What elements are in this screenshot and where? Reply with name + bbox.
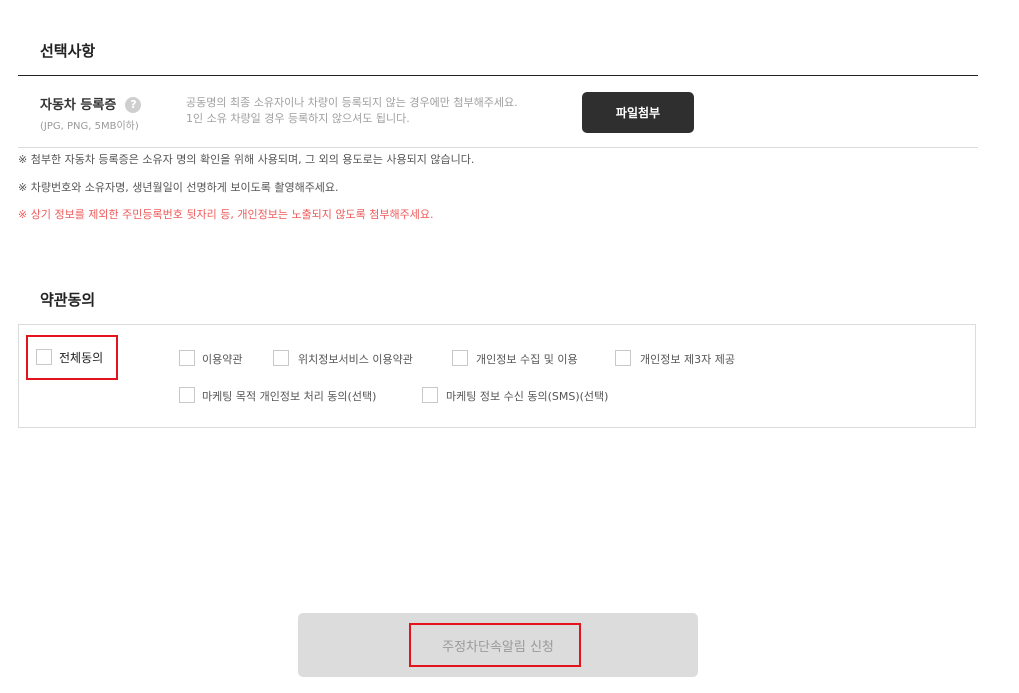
registration-divider bbox=[18, 147, 978, 148]
section-divider bbox=[18, 75, 978, 76]
optional-section-title: 선택사항 bbox=[40, 42, 96, 60]
note-photo: ※ 차량번호와 소유자명, 생년월일이 선명하게 보이도록 촬영해주세요. bbox=[18, 181, 339, 194]
note-usage: ※ 첨부한 자동차 등록증은 소유자 명의 확인을 위해 사용되며, 그 외의 … bbox=[18, 153, 475, 166]
registration-label-group: 자동차 등록증 ? bbox=[40, 94, 142, 113]
registration-description: 공동명의 최종 소유자이나 차량이 등록되지 않는 경우에만 첨부해주세요. 1… bbox=[186, 95, 518, 127]
terms-label-location[interactable]: 위치정보서비스 이용약관 bbox=[298, 351, 413, 367]
terms-box bbox=[18, 324, 976, 428]
terms-checkbox-privacy-collect[interactable] bbox=[452, 350, 468, 366]
terms-label-privacy-collect[interactable]: 개인정보 수집 및 이용 bbox=[476, 351, 578, 367]
registration-desc-line-1: 공동명의 최종 소유자이나 차량이 등록되지 않는 경우에만 첨부해주세요. bbox=[186, 96, 518, 109]
terms-checkbox-marketing-privacy[interactable] bbox=[179, 387, 195, 403]
registration-file-limits: (JPG, PNG, 5MB이하) bbox=[40, 121, 139, 132]
terms-checkbox-location[interactable] bbox=[273, 350, 289, 366]
note-privacy-warning: ※ 상기 정보를 제외한 주민등록번호 뒷자리 등, 개인정보는 노출되지 않도… bbox=[18, 208, 434, 221]
terms-label-marketing-privacy[interactable]: 마케팅 목적 개인정보 처리 동의(선택) bbox=[202, 388, 376, 404]
registration-desc-line-2: 1인 소유 차량일 경우 등록하지 않으셔도 됩니다. bbox=[186, 112, 410, 125]
agree-all-highlight bbox=[26, 335, 118, 380]
terms-checkbox-marketing-sms[interactable] bbox=[422, 387, 438, 403]
terms-label-marketing-sms[interactable]: 마케팅 정보 수신 동의(SMS)(선택) bbox=[446, 388, 608, 404]
terms-checkbox-service[interactable] bbox=[179, 350, 195, 366]
file-attach-button[interactable]: 파일첨부 bbox=[582, 92, 694, 133]
help-icon[interactable]: ? bbox=[125, 96, 142, 113]
terms-label-service[interactable]: 이용약관 bbox=[202, 351, 242, 367]
submit-highlight bbox=[409, 623, 581, 667]
terms-label-third-party[interactable]: 개인정보 제3자 제공 bbox=[640, 351, 735, 367]
terms-section-title: 약관동의 bbox=[40, 291, 96, 309]
registration-label: 자동차 등록증 bbox=[40, 98, 117, 113]
terms-checkbox-third-party[interactable] bbox=[615, 350, 631, 366]
